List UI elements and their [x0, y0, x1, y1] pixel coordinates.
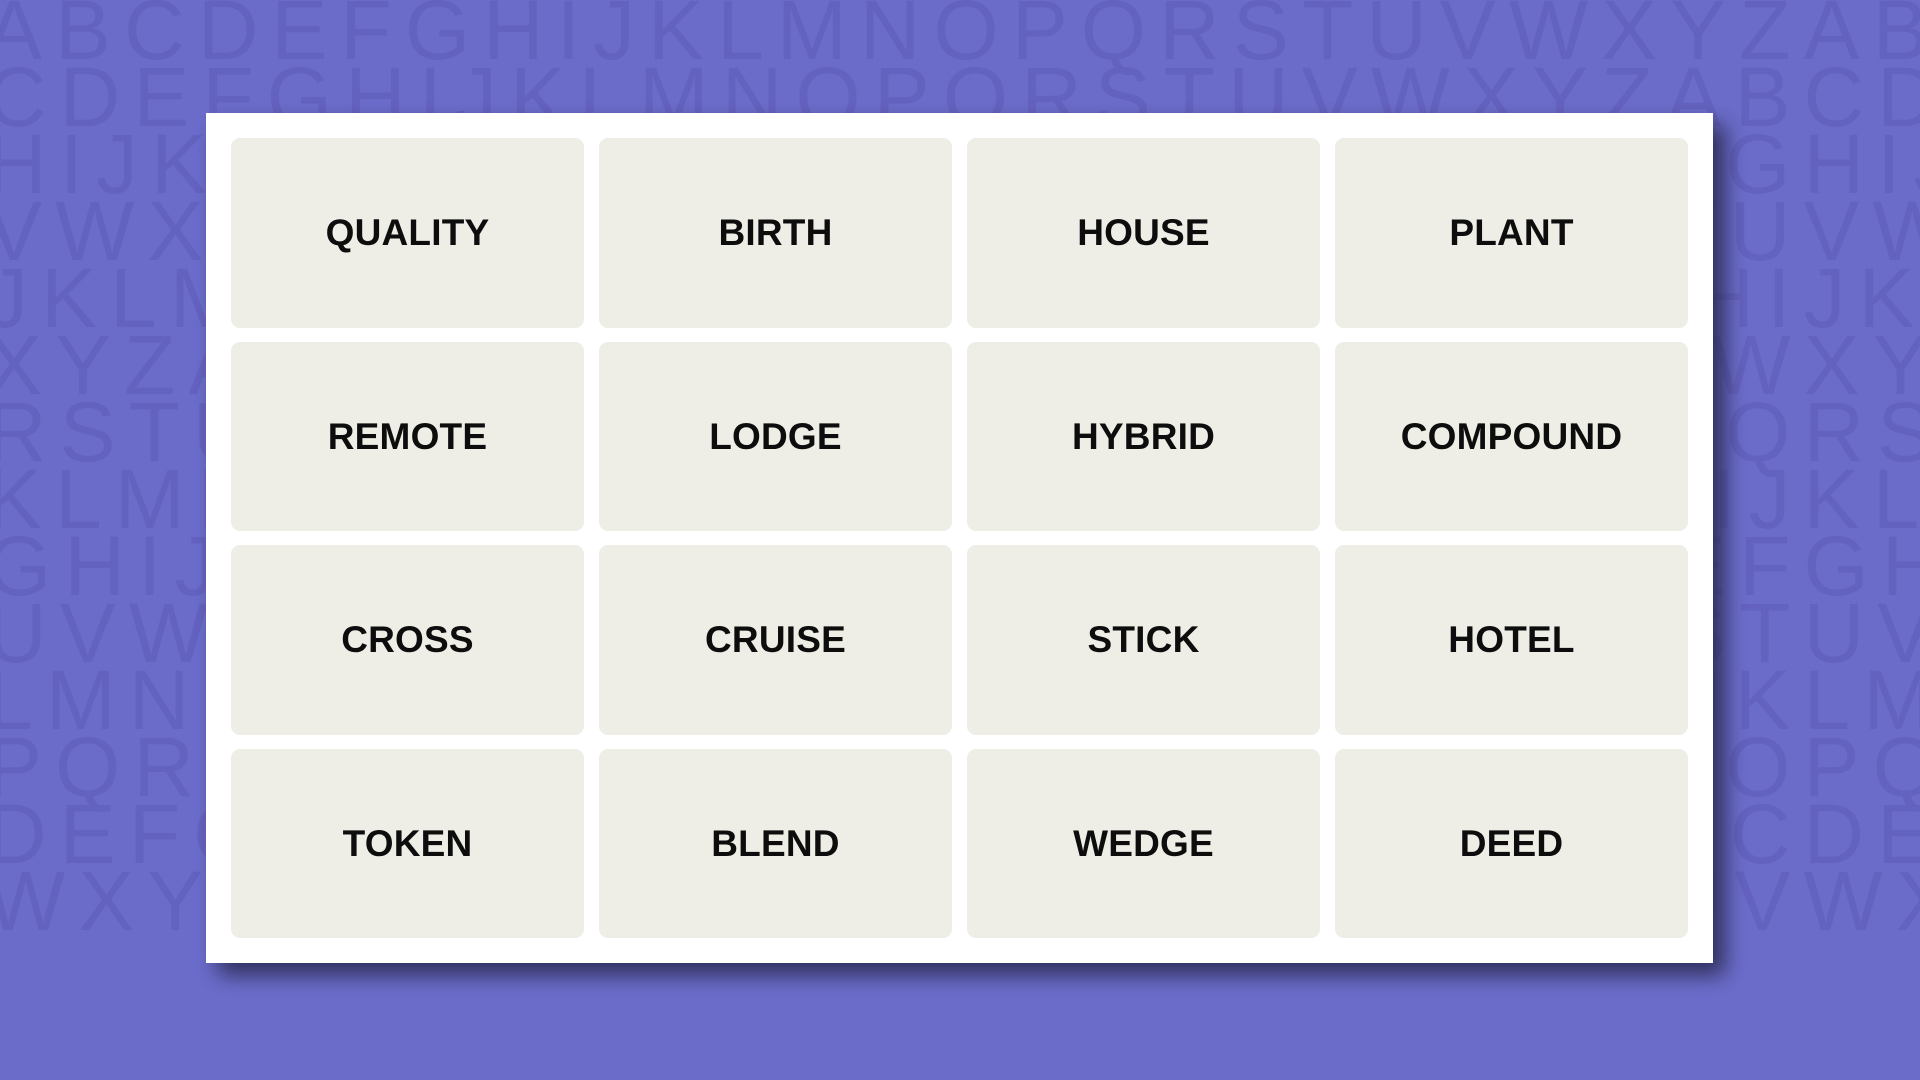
word-tile-label: QUALITY [325, 212, 490, 254]
word-tile[interactable]: DEED [1335, 748, 1688, 938]
background-letter-row: ABCDEFGHIJKLMNOPQRSTUVWXYZABCDEF [0, 0, 1920, 77]
word-tile-grid: QUALITY BIRTH HOUSE PLANT REMOTE LODGE HYBRID C… [231, 138, 1688, 938]
word-tile-label: LODGE [709, 415, 842, 457]
word-tile[interactable]: BIRTH [599, 138, 952, 328]
word-tile[interactable]: PLANT [1335, 138, 1688, 328]
word-tile-label: WEDGE [1073, 822, 1214, 864]
word-tile[interactable]: COMPOUND [1335, 341, 1688, 531]
word-tile[interactable]: LODGE [599, 341, 952, 531]
word-tile-label: TOKEN [342, 822, 473, 864]
word-tile[interactable]: WEDGE [967, 748, 1320, 938]
word-tile[interactable]: CROSS [231, 545, 584, 735]
word-tile[interactable]: REMOTE [231, 341, 584, 531]
word-tile-label: BIRTH [718, 212, 833, 254]
word-tile-label: HYBRID [1071, 415, 1216, 457]
word-tile-label: HOUSE [1077, 212, 1210, 254]
word-tile-label: REMOTE [327, 415, 488, 457]
word-tile-label: BLEND [711, 822, 840, 864]
puzzle-card: QUALITY BIRTH HOUSE PLANT REMOTE LODGE HYBRID C… [206, 113, 1713, 963]
word-tile[interactable]: CRUISE [599, 545, 952, 735]
word-tile[interactable]: BLEND [599, 748, 952, 938]
word-tile-label: HOTEL [1448, 619, 1575, 661]
word-tile-label: DEED [1459, 822, 1564, 864]
word-tile[interactable]: HYBRID [967, 341, 1320, 531]
word-tile[interactable]: STICK [967, 545, 1320, 735]
word-tile[interactable]: QUALITY [231, 138, 584, 328]
word-tile-label: STICK [1087, 619, 1200, 661]
word-tile-label: PLANT [1449, 212, 1574, 254]
word-tile-label: COMPOUND [1400, 415, 1623, 457]
word-tile[interactable]: TOKEN [231, 748, 584, 938]
word-tile[interactable]: HOTEL [1335, 545, 1688, 735]
word-tile-label: CRUISE [705, 619, 846, 661]
word-tile[interactable]: HOUSE [967, 138, 1320, 328]
word-tile-label: CROSS [341, 619, 474, 661]
